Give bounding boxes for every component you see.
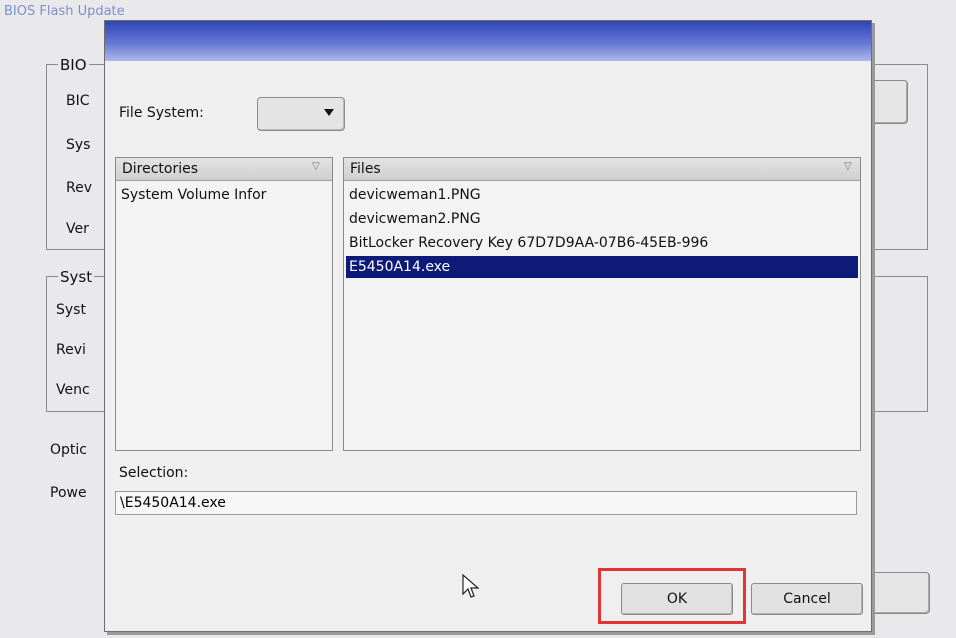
file-system-dropdown[interactable] [257,97,345,131]
option-label: Optic [50,442,87,458]
bios-label-1: BIC [66,93,90,109]
selection-label: Selection: [119,465,189,481]
background-button-bottom[interactable] [868,572,930,614]
bios-group-legend: BIO [58,56,89,74]
ok-highlight-box [598,568,746,624]
power-label: Powe [50,485,87,501]
selection-input[interactable] [115,491,857,515]
directory-item[interactable]: System Volume Infor [118,184,330,206]
bios-label-4: Ver [66,221,89,237]
file-item[interactable]: devicweman2.PNG [346,208,858,230]
dialog-titlebar [105,21,871,61]
directories-header-label: Directories [122,161,199,177]
bios-label-2: Sys [66,137,91,153]
background-window-title: BIOS Flash Update [4,4,125,19]
file-item[interactable]: devicweman1.PNG [346,184,858,206]
directories-pane[interactable]: Directories ▽ System Volume Infor [115,157,333,451]
file-item[interactable]: BitLocker Recovery Key 67D7D9AA-07B6-45E… [346,232,858,254]
filter-icon[interactable]: ▽ [844,161,852,173]
system-label-1: Syst [56,302,86,318]
filter-icon[interactable]: ▽ [312,161,320,173]
mouse-cursor-icon [462,574,480,598]
file-item-selected[interactable]: E5450A14.exe [346,256,858,278]
file-system-label: File System: [119,105,204,121]
file-dialog: File System: Directories ▽ System Volume… [104,20,872,632]
directories-header[interactable]: Directories ▽ [116,158,332,181]
cancel-button[interactable]: Cancel [751,583,863,615]
files-pane[interactable]: Files ▽ devicweman1.PNG devicweman2.PNG … [343,157,861,451]
background-button-top[interactable] [866,80,908,124]
files-header-label: Files [350,161,381,177]
system-label-3: Venc [56,382,90,398]
system-group-legend: Syst [58,268,95,286]
chevron-down-icon [324,109,334,116]
files-header[interactable]: Files ▽ [344,158,860,181]
bios-label-3: Rev [66,180,92,196]
system-label-2: Revi [56,342,86,358]
